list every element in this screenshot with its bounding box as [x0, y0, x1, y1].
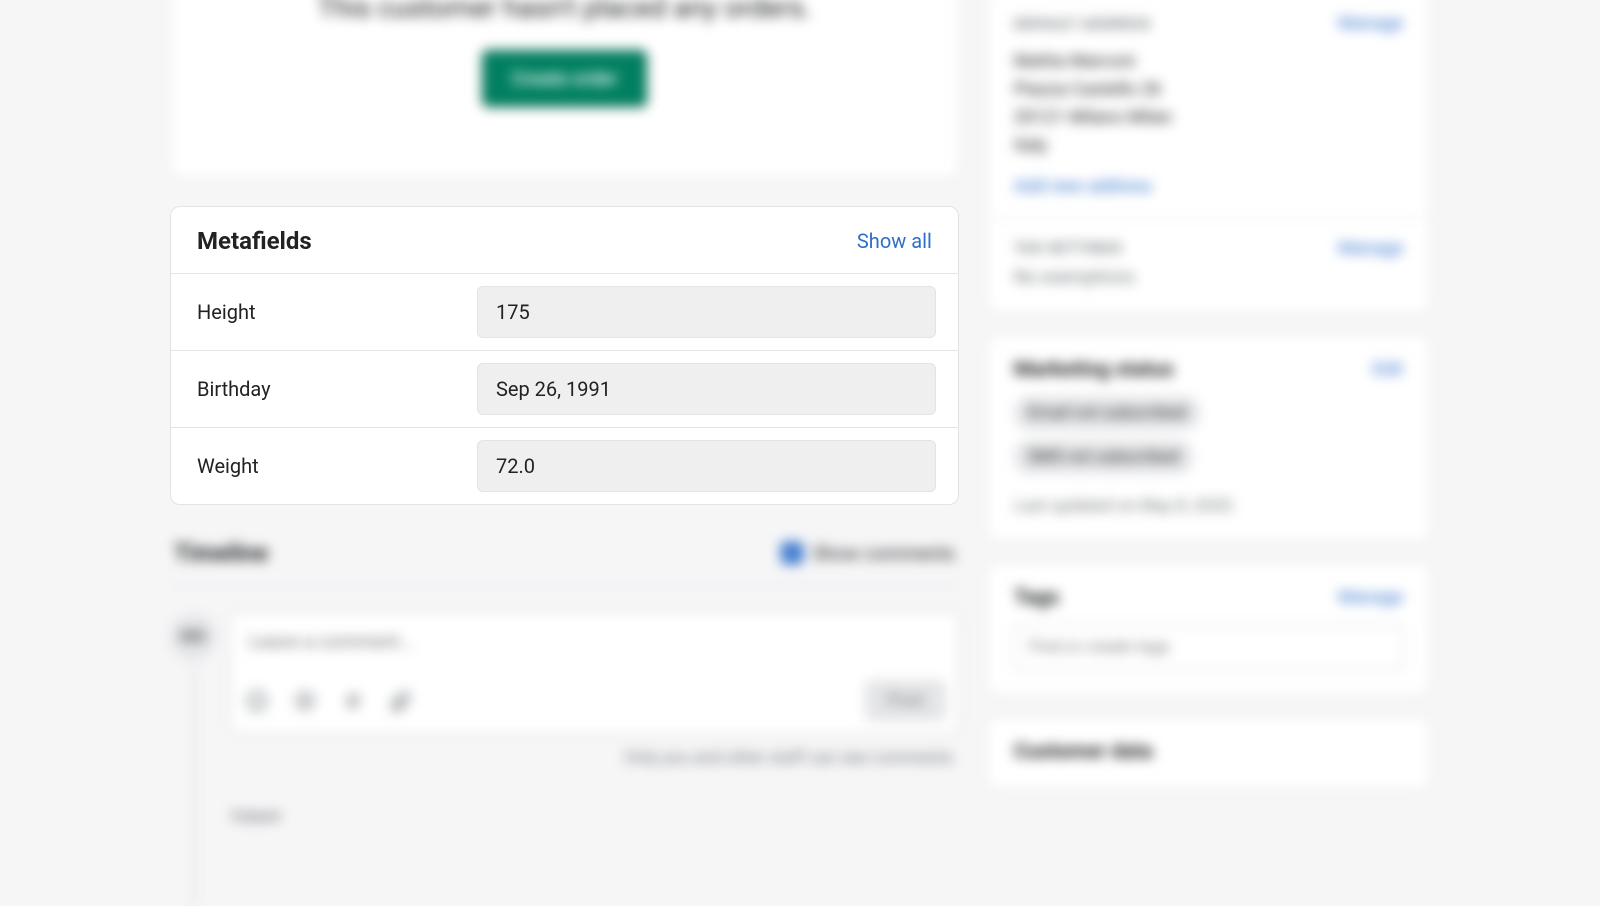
address-name: Mattia Marconi	[1014, 48, 1403, 76]
timeline-title: Timeline	[174, 539, 268, 567]
tags-title: Tags	[1014, 586, 1060, 610]
email-status-badge: Email not subscribed	[1014, 396, 1201, 430]
metafield-label: Birthday	[197, 377, 457, 401]
metafields-title: Metafields	[197, 227, 312, 255]
default-address-title: DEFAULT ADDRESS	[1014, 15, 1151, 33]
address-city: 20121 Milano Milan	[1014, 104, 1403, 132]
timeline-section: Timeline Show comments MD	[170, 533, 959, 826]
mention-icon[interactable]	[291, 687, 319, 715]
metafield-label: Weight	[197, 454, 457, 478]
address-manage-link[interactable]: Manage	[1338, 13, 1403, 34]
metafield-row: Weight	[171, 427, 958, 504]
tags-input[interactable]	[1014, 624, 1403, 670]
metafield-row: Birthday	[171, 350, 958, 427]
timeline-line	[193, 664, 196, 906]
comment-box: Post	[230, 612, 959, 734]
tax-manage-link[interactable]: Manage	[1338, 238, 1403, 259]
add-new-address-link[interactable]: Add new address	[1014, 176, 1403, 197]
show-comments-label: Show comments	[813, 542, 955, 565]
emoji-icon[interactable]	[243, 687, 271, 715]
metafield-birthday-input[interactable]	[477, 363, 936, 415]
hash-icon[interactable]	[339, 687, 367, 715]
address-street: Piazza Castello 26	[1014, 76, 1403, 104]
customer-data-card: Customer data	[987, 717, 1430, 789]
marketing-title: Marketing status	[1014, 358, 1174, 382]
marketing-edit-link[interactable]: Edit	[1373, 359, 1403, 380]
orders-empty-text: This customer hasn't placed any orders.	[201, 0, 928, 24]
marketing-last-updated: Last updated on May 8, 2020.	[1014, 496, 1403, 516]
metafield-height-input[interactable]	[477, 286, 936, 338]
orders-card: This customer hasn't placed any orders. …	[170, 0, 959, 178]
metafields-show-all-link[interactable]: Show all	[857, 229, 932, 253]
post-button[interactable]: Post	[865, 680, 946, 721]
timeline-today-label: TODAY	[230, 808, 959, 826]
create-order-button[interactable]: Create order	[482, 50, 648, 107]
sms-status-badge: SMS not subscribed	[1014, 440, 1194, 474]
avatar: MD	[170, 614, 216, 660]
comment-visibility-note: Only you and other staff can see comment…	[230, 748, 959, 768]
address-card: DEFAULT ADDRESS Manage Mattia Marconi Pi…	[987, 0, 1430, 313]
tax-status: No exemptions	[1014, 267, 1403, 288]
show-comments-checkbox[interactable]	[781, 542, 803, 564]
metafield-label: Height	[197, 300, 457, 324]
address-country: Italy	[1014, 132, 1403, 160]
tags-card: Tags Manage	[987, 563, 1430, 695]
metafield-row: Height	[171, 273, 958, 350]
comment-input[interactable]	[231, 613, 958, 670]
metafield-weight-input[interactable]	[477, 440, 936, 492]
attachment-icon[interactable]	[387, 687, 415, 715]
customer-data-title: Customer data	[1014, 740, 1403, 764]
tags-manage-link[interactable]: Manage	[1338, 587, 1403, 608]
marketing-card: Marketing status Edit Email not subscrib…	[987, 335, 1430, 541]
tax-settings-title: TAX SETTINGS	[1014, 239, 1122, 257]
metafields-card: Metafields Show all Height Birthday Weig…	[170, 206, 959, 505]
